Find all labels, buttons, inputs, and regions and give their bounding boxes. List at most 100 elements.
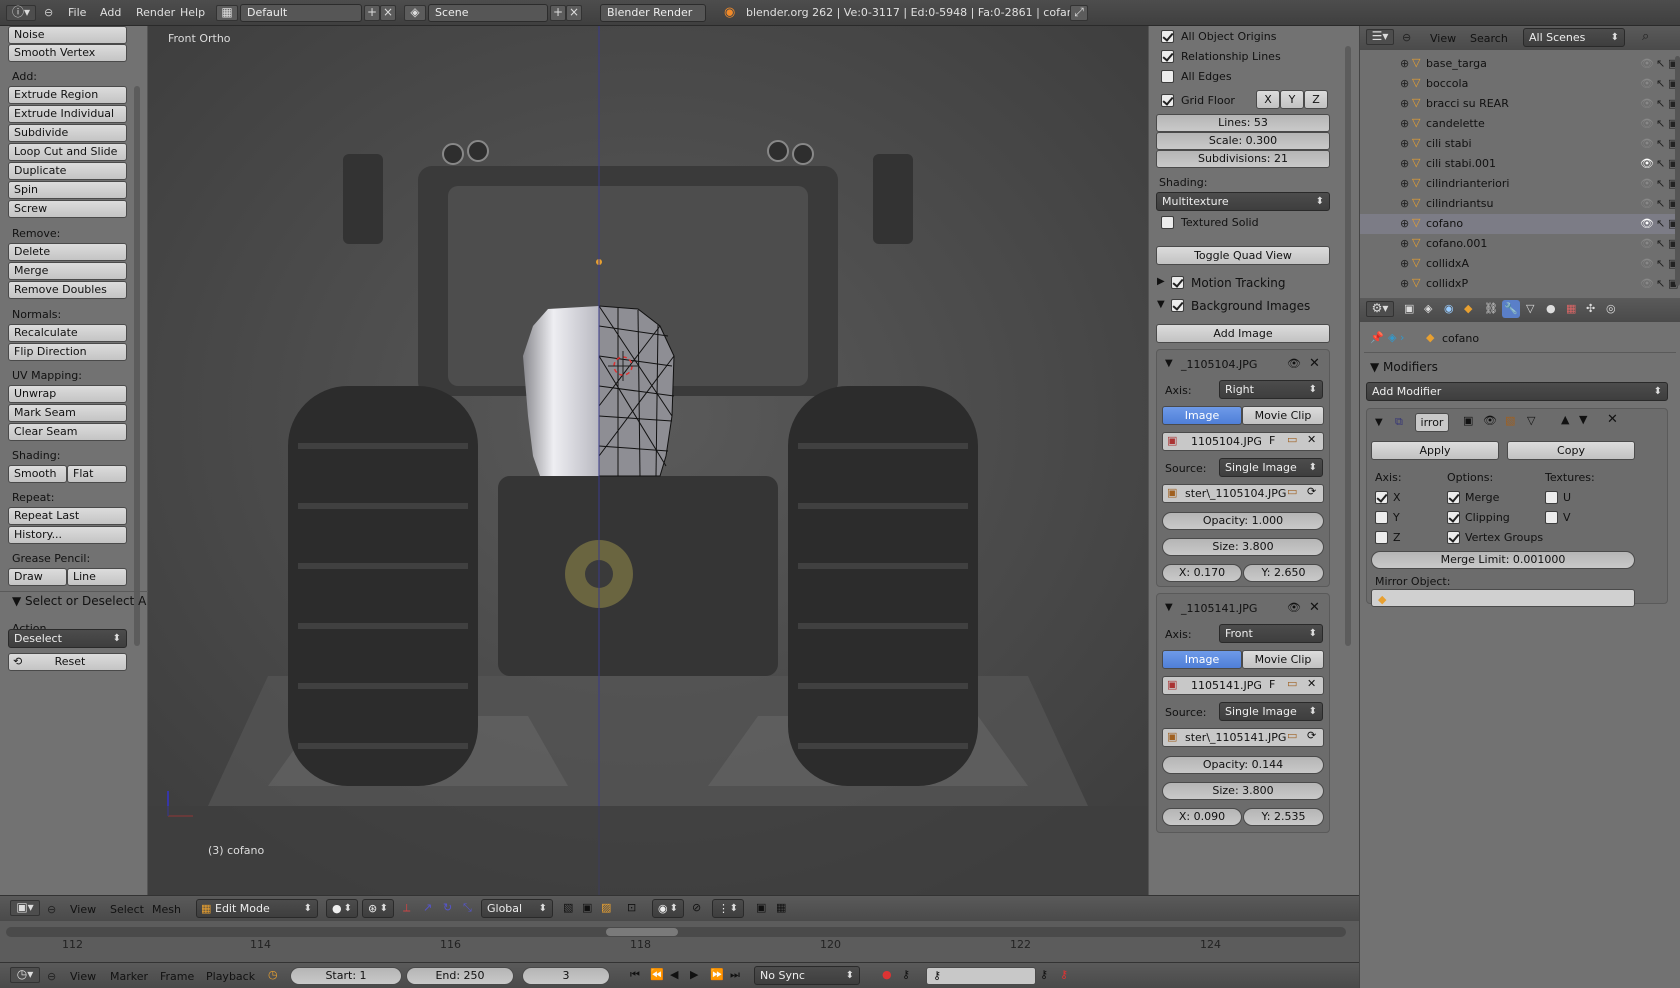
jump-end-icon[interactable]: ⏭ (730, 968, 740, 982)
y-offset-field[interactable]: Y: 2.535 (1243, 808, 1324, 826)
modifier-name-field[interactable]: irror (1415, 413, 1449, 432)
fake-user-toggle[interactable]: F (1269, 434, 1275, 447)
image-file-field[interactable]: 1105141.JPG (1162, 676, 1324, 695)
background-images-label[interactable]: Background Images (1191, 299, 1310, 313)
history-button[interactable]: History... (8, 526, 127, 544)
proportional-edit-icon[interactable]: ◉ (652, 899, 684, 918)
expand-icon[interactable]: ⊕ (1400, 177, 1409, 190)
current-frame-field[interactable]: 3 (522, 967, 610, 985)
expand-icon[interactable]: ⊕ (1400, 237, 1409, 250)
select-cursor-icon[interactable]: ↖ (1656, 257, 1665, 270)
menu-marker[interactable]: Marker (110, 970, 148, 983)
outliner-item-name[interactable]: candelette (1426, 117, 1485, 130)
layout-field[interactable]: Default (240, 4, 362, 22)
image-path-field[interactable]: ster\_1105141.JPG (1162, 728, 1324, 747)
outliner-row[interactable]: ⊕ ▽ collidxA 👁 ↖ ▣ (1360, 254, 1680, 274)
opacity-field[interactable]: Opacity: 1.000 (1162, 512, 1324, 530)
outliner-row[interactable]: ⊕ ▽ bracci su REAR 👁 ↖ ▣ (1360, 94, 1680, 114)
pin-icon[interactable]: 📌 (1370, 331, 1384, 344)
axis-y-checkbox[interactable] (1375, 511, 1388, 524)
unlink-icon[interactable]: ✕ (1307, 677, 1316, 690)
outliner-row[interactable]: ⊕ ▽ candelette 👁 ↖ ▣ (1360, 114, 1680, 134)
collapse-triangle-icon[interactable]: ▶ (1157, 276, 1165, 287)
screw-button[interactable]: Screw (8, 200, 127, 218)
layer-icon[interactable]: ▧ (563, 901, 573, 914)
action-select[interactable]: Deselect (8, 629, 127, 648)
recalculate-button[interactable]: Recalculate (8, 324, 127, 342)
outliner-row[interactable]: ⊕ ▽ cofano 👁 ↖ ▣ (1360, 214, 1680, 234)
operator-panel-title[interactable]: ▼ Select or Deselect A (12, 594, 146, 608)
world-tab-icon[interactable]: ◉ (1444, 302, 1454, 315)
smooth-vertex-button[interactable]: Smooth Vertex (8, 44, 127, 62)
translate-icon[interactable]: ↗ (423, 901, 432, 914)
snap-element-icon[interactable]: ⋮ (712, 899, 744, 918)
image-tab[interactable]: Image (1162, 650, 1242, 669)
visibility-eye-icon[interactable]: 👁 (1640, 57, 1654, 70)
axis-y-toggle[interactable]: Y (1280, 90, 1304, 109)
texture-tab-icon[interactable]: ▦ (1566, 302, 1576, 315)
start-frame-field[interactable]: Start: 1 (290, 967, 402, 985)
visibility-eye-icon[interactable]: 👁 (1640, 257, 1654, 270)
delete-button[interactable]: Delete (8, 243, 127, 261)
menu-file[interactable]: File (68, 6, 86, 19)
add-layout-icon[interactable]: + (364, 5, 380, 21)
select-cursor-icon[interactable]: ↖ (1656, 197, 1665, 210)
expand-icon[interactable]: ⊕ (1400, 77, 1409, 90)
expand-icon[interactable]: ⊕ (1400, 97, 1409, 110)
toolshelf-scrollbar[interactable] (134, 86, 140, 646)
insert-keyframe-icon[interactable]: ⚷ (1040, 968, 1048, 981)
expand-icon[interactable]: ⊕ (1400, 117, 1409, 130)
eye-icon[interactable]: 👁 (1287, 357, 1301, 370)
select-cursor-icon[interactable]: ↖ (1656, 277, 1665, 290)
keying-set-field[interactable]: ⚷ (926, 967, 1036, 985)
menu-search[interactable]: Search (1470, 32, 1508, 45)
expand-triangle-icon[interactable]: ▼ (1157, 299, 1165, 310)
editor-type-outliner-icon[interactable]: ☰▾ (1366, 29, 1394, 45)
unwrap-button[interactable]: Unwrap (8, 385, 127, 403)
clipping-checkbox[interactable] (1447, 511, 1460, 524)
browse-folder-icon[interactable]: ▭ (1287, 485, 1297, 498)
visibility-eye-icon[interactable]: 👁 (1640, 97, 1654, 110)
open-folder-icon[interactable]: ▭ (1287, 433, 1297, 446)
transform-orientation-select[interactable]: Global (481, 899, 553, 918)
relationship-lines-checkbox[interactable] (1161, 50, 1174, 63)
close-icon[interactable]: ✕ (1309, 600, 1320, 615)
fake-user-toggle[interactable]: F (1269, 678, 1275, 691)
expand-icon[interactable]: ⊕ (1400, 57, 1409, 70)
pivot-point-icon[interactable]: ⊛ (362, 899, 394, 918)
editor-type-3dview-icon[interactable]: ▣▾ (10, 900, 40, 916)
expand-icon[interactable]: ⊕ (1400, 277, 1409, 290)
visibility-eye-icon[interactable]: 👁 (1640, 237, 1654, 250)
reload-icon[interactable]: ⟳ (1307, 729, 1316, 742)
constraints-tab-icon[interactable]: ⛓ (1484, 302, 1498, 315)
smooth-button[interactable]: Smooth (8, 465, 67, 483)
object-tab-icon[interactable]: ◆ (1464, 302, 1472, 315)
select-cursor-icon[interactable]: ↖ (1656, 237, 1665, 250)
line-button[interactable]: Line (67, 568, 127, 586)
shading-select[interactable]: Multitexture (1156, 192, 1330, 211)
physics-tab-icon[interactable]: ◎ (1606, 302, 1616, 315)
x-offset-field[interactable]: X: 0.090 (1162, 808, 1242, 826)
visibility-eye-icon[interactable]: 👁 (1640, 137, 1654, 150)
flip-direction-button[interactable]: Flip Direction (8, 343, 127, 361)
extrude-region-button[interactable]: Extrude Region (8, 86, 127, 104)
3d-viewport[interactable]: Front Ortho (3) cofano (148, 26, 1148, 895)
outliner-scrollbar[interactable] (1675, 56, 1680, 286)
select-cursor-icon[interactable]: ↖ (1656, 57, 1665, 70)
merge-button[interactable]: Merge (8, 262, 127, 280)
vertex-select-icon[interactable]: ▣ (582, 901, 592, 914)
merge-limit-field[interactable]: Merge Limit: 0.001000 (1371, 551, 1635, 569)
size-field[interactable]: Size: 3.800 (1162, 782, 1324, 800)
size-field[interactable]: Size: 3.800 (1162, 538, 1324, 556)
axis-x-checkbox[interactable] (1375, 491, 1388, 504)
jump-start-icon[interactable]: ⏮ (630, 968, 640, 982)
render-tab-icon[interactable]: ▣ (1404, 302, 1414, 315)
noise-button[interactable]: Noise (8, 26, 127, 44)
outliner-item-name[interactable]: boccola (1426, 77, 1468, 90)
visibility-eye-icon[interactable]: 👁 (1640, 157, 1654, 170)
collapse-triangle-icon[interactable]: ▼ (1165, 358, 1173, 369)
outliner-row[interactable]: ⊕ ▽ cilindrianteriori 👁 ↖ ▣ (1360, 174, 1680, 194)
select-cursor-icon[interactable]: ↖ (1656, 157, 1665, 170)
data-tab-icon[interactable]: ▽ (1526, 302, 1534, 315)
outliner-item-name[interactable]: cofano.001 (1426, 237, 1487, 250)
